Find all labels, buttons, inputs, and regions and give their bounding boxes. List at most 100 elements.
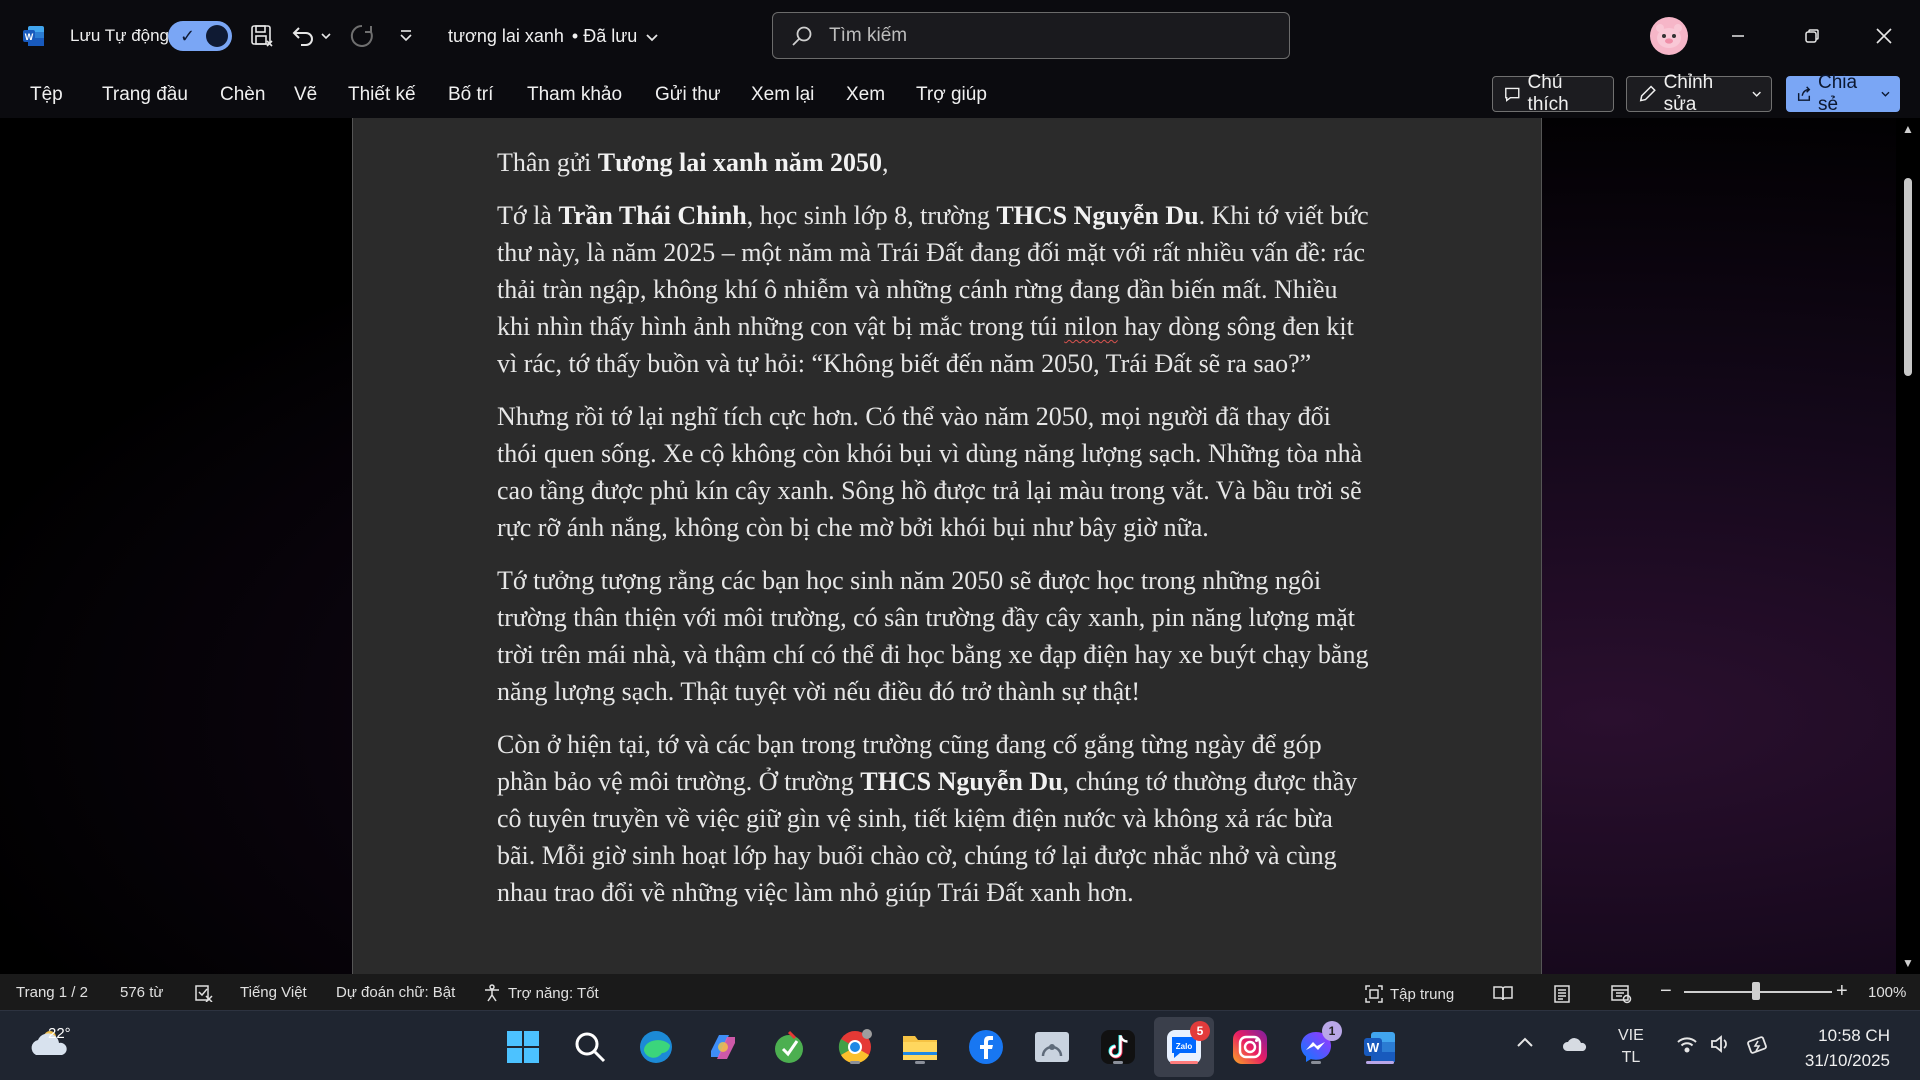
running-indicator: [1113, 1061, 1123, 1064]
save-icon[interactable]: [246, 20, 278, 52]
tab-draw[interactable]: Vẽ: [294, 84, 317, 106]
battery-icon[interactable]: [1746, 1033, 1772, 1060]
scroll-down-arrow-icon[interactable]: ▼: [1902, 956, 1914, 970]
scroll-thumb[interactable]: [1904, 178, 1912, 376]
toggle-knob: [206, 25, 228, 47]
taskbar: 22° Zalo 5 1 W VIE TL 10:58 CH 31/10/202…: [0, 1010, 1920, 1080]
document-title[interactable]: tương lai xanh • Đã lưu: [448, 26, 659, 47]
avatar[interactable]: [1650, 17, 1688, 55]
running-indicator: [1366, 1061, 1394, 1064]
tab-insert[interactable]: Chèn: [220, 84, 265, 106]
undo-icon[interactable]: [288, 20, 320, 52]
tab-layout[interactable]: Bố trí: [448, 84, 493, 106]
tab-references[interactable]: Tham khảo: [527, 84, 622, 106]
weather-widget[interactable]: 22°: [28, 1025, 72, 1066]
chevron-down-icon: [1881, 91, 1890, 97]
autosave-toggle[interactable]: ✓: [168, 21, 232, 51]
customize-toolbar-icon[interactable]: [390, 20, 422, 52]
print-layout-icon[interactable]: [1552, 984, 1572, 1004]
copilot-icon[interactable]: [703, 1027, 743, 1067]
instagram-icon[interactable]: [1230, 1027, 1270, 1067]
document-page[interactable]: Thân gửi Tương lai xanh năm 2050, Tớ là …: [352, 118, 1542, 974]
document-body[interactable]: Thân gửi Tương lai xanh năm 2050, Tớ là …: [497, 144, 1377, 927]
vertical-scrollbar[interactable]: ▲ ▼: [1896, 118, 1920, 974]
share-icon: [1797, 86, 1811, 101]
messenger-icon[interactable]: 1: [1296, 1021, 1342, 1067]
app-window-icon[interactable]: [1032, 1027, 1072, 1067]
redo-icon[interactable]: [346, 20, 378, 52]
share-label: Chia sẻ: [1817, 72, 1858, 115]
tab-home[interactable]: Trang đầu: [102, 84, 188, 106]
search-box[interactable]: [772, 12, 1290, 59]
search-icon: [792, 26, 812, 46]
comments-button[interactable]: Chú thích: [1492, 72, 1614, 115]
zoom-out-button[interactable]: −: [1660, 980, 1672, 1003]
tab-review[interactable]: Xem lại: [751, 84, 814, 106]
editing-mode-button[interactable]: Chỉnh sửa: [1626, 72, 1772, 115]
status-bar: Trang 1 / 2 576 từ Tiếng Việt Dự đoán ch…: [0, 974, 1920, 1010]
chrome-icon[interactable]: [835, 1027, 875, 1067]
running-indicator: [850, 1061, 860, 1064]
file-explorer-icon[interactable]: [900, 1027, 940, 1067]
tab-file[interactable]: Tệp: [30, 84, 63, 106]
tab-help[interactable]: Trợ giúp: [916, 84, 987, 106]
date: 31/10/2025: [1804, 1051, 1890, 1070]
comments-label: Chú thích: [1527, 72, 1569, 115]
word-logo-icon: W: [22, 24, 46, 48]
paragraph-school[interactable]: Tớ tưởng tượng rằng các bạn học sinh năm…: [497, 562, 1377, 710]
running-indicator: [915, 1061, 925, 1064]
spelling-error[interactable]: nilon: [1064, 312, 1117, 341]
save-state: • Đã lưu: [571, 26, 638, 46]
tab-view[interactable]: Xem: [846, 84, 885, 106]
paragraph-present[interactable]: Còn ở hiện tại, tớ và các bạn trong trườ…: [497, 726, 1377, 911]
restore-button[interactable]: [1792, 18, 1832, 54]
page-indicator[interactable]: Trang 1 / 2: [16, 984, 88, 1001]
text-prediction[interactable]: Dự đoán chữ: Bật: [336, 984, 455, 1001]
tiktok-icon[interactable]: [1098, 1027, 1138, 1067]
read-mode-icon[interactable]: [1492, 984, 1514, 1002]
start-icon[interactable]: [503, 1027, 543, 1067]
focus-mode-button[interactable]: Tập trung: [1364, 984, 1454, 1004]
document-canvas[interactable]: Thân gửi Tương lai xanh năm 2050, Tớ là …: [0, 118, 1896, 974]
zoom-in-button[interactable]: +: [1836, 980, 1848, 1003]
tab-design[interactable]: Thiết kế: [348, 84, 416, 106]
svg-text:Zalo: Zalo: [1176, 1042, 1193, 1051]
focus-icon: [1365, 985, 1383, 1003]
word-taskbar-icon[interactable]: W: [1360, 1027, 1400, 1067]
temperature: 22°: [48, 1025, 71, 1042]
input-language-indicator[interactable]: VIE TL: [1618, 1025, 1644, 1069]
volume-icon[interactable]: [1710, 1035, 1732, 1058]
svg-text:W: W: [25, 32, 34, 42]
share-button[interactable]: Chia sẻ: [1786, 72, 1900, 115]
paragraph-future[interactable]: Nhưng rồi tớ lại nghĩ tích cực hơn. Có t…: [497, 398, 1377, 546]
clock[interactable]: 10:58 CH 31/10/2025: [1790, 1023, 1890, 1073]
running-indicator: [1170, 1061, 1198, 1064]
minimize-button[interactable]: [1718, 18, 1758, 54]
show-hidden-icons-chevron-icon[interactable]: [1516, 1035, 1534, 1054]
accessibility-status[interactable]: Trợ năng: Tốt: [482, 984, 599, 1002]
zalo-icon[interactable]: Zalo 5: [1164, 1021, 1210, 1067]
close-button[interactable]: [1864, 18, 1904, 54]
running-indicator: [1311, 1061, 1321, 1064]
zoom-slider-thumb[interactable]: [1752, 982, 1760, 1000]
word-count[interactable]: 576 từ: [120, 984, 163, 1001]
scroll-up-arrow-icon[interactable]: ▲: [1902, 122, 1914, 136]
comment-icon: [1505, 87, 1520, 102]
proofing-icon[interactable]: [194, 984, 214, 1002]
language-indicator[interactable]: Tiếng Việt: [240, 984, 307, 1001]
web-layout-icon[interactable]: [1610, 984, 1632, 1004]
onedrive-cloud-icon[interactable]: [1562, 1035, 1588, 1058]
edge-icon[interactable]: [636, 1027, 676, 1067]
undo-dropdown-chevron-icon[interactable]: [318, 20, 334, 52]
autosave-label: Lưu Tự động: [70, 26, 170, 45]
wifi-icon[interactable]: [1676, 1035, 1698, 1058]
tab-mailings[interactable]: Gửi thư: [655, 84, 721, 106]
paragraph-salutation[interactable]: Thân gửi Tương lai xanh năm 2050,: [497, 144, 1377, 181]
app-icon[interactable]: [769, 1027, 809, 1067]
search-input[interactable]: [829, 24, 1249, 47]
facebook-icon[interactable]: [966, 1027, 1006, 1067]
zoom-level[interactable]: 100%: [1868, 984, 1906, 1001]
search-icon[interactable]: [570, 1027, 610, 1067]
title-bar: W Lưu Tự động ✓ tương lai xanh • Đã lưu: [0, 0, 1920, 72]
paragraph-intro[interactable]: Tớ là Trần Thái Chinh, học sinh lớp 8, t…: [497, 197, 1377, 382]
